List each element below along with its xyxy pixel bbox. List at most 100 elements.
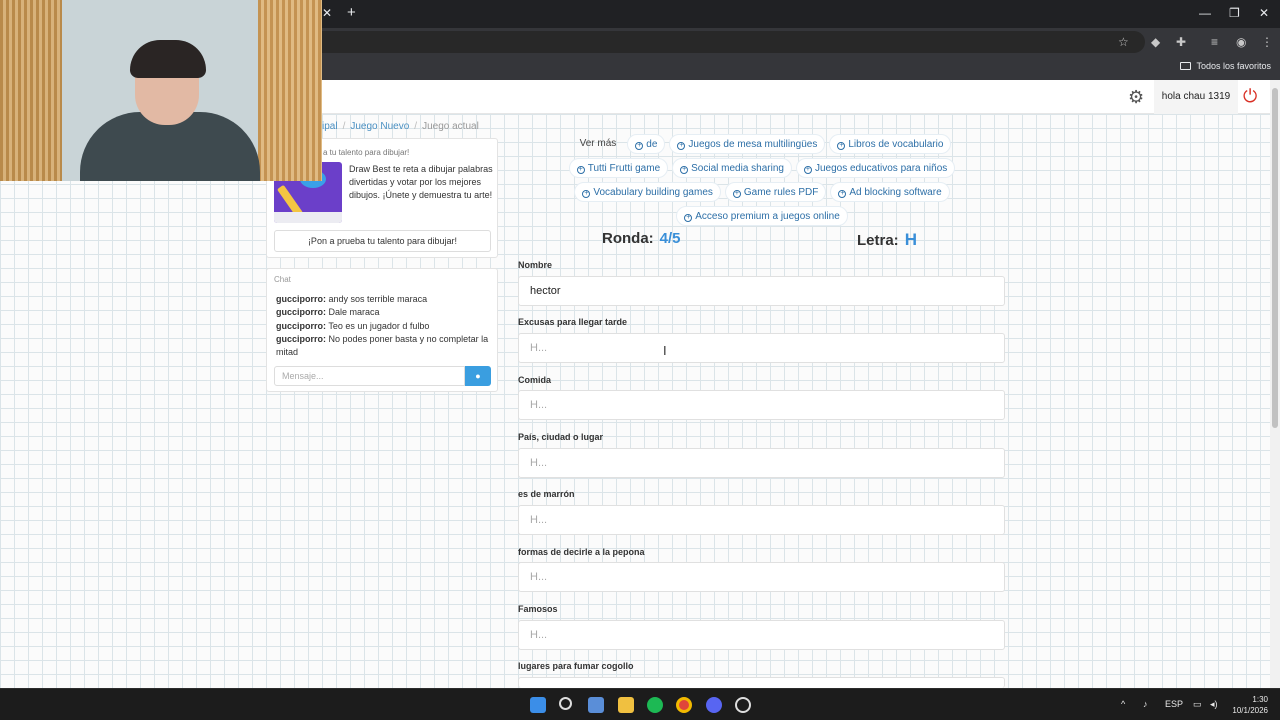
plus-circle-icon: + (837, 142, 846, 150)
media-icon[interactable]: ≡ (1211, 35, 1218, 49)
tag-chip[interactable]: + Acceso premium a juegos online (676, 206, 848, 226)
profile-icon[interactable]: ◉ (1236, 35, 1246, 49)
clock-time: 1:30 (1252, 695, 1268, 704)
windows-taskbar: ^ ♪ ESP ▭ ◂) 1:30 10/1/2026 (0, 688, 1280, 720)
plus-circle-icon: + (684, 214, 693, 222)
tag-label: Social media sharing (691, 163, 784, 174)
pepona-field[interactable]: H... (518, 562, 1005, 592)
promo-text: Draw Best te reta a dibujar palabras div… (349, 164, 493, 200)
obs-icon[interactable] (735, 697, 751, 713)
breadcrumb-new-game[interactable]: Juego Nuevo (350, 121, 409, 132)
chat-text: Teo es un jugador d fulbo (328, 320, 430, 331)
page-scrollbar[interactable] (1270, 80, 1280, 688)
chat-text: Dale maraca (328, 307, 380, 318)
tag-chip[interactable]: + Social media sharing (672, 158, 792, 178)
field-label-pepona: formas de decirle a la pepona (518, 547, 645, 557)
chat-user: gucciporro: (276, 320, 327, 331)
chat-user: gucciporro: (276, 333, 327, 344)
tag-chip[interactable]: + Vocabulary building games (574, 182, 721, 202)
tag-label: Tutti Frutti game (587, 163, 661, 174)
excusas-field[interactable]: H... (518, 333, 1005, 363)
tag-chip[interactable]: + Ad blocking software (830, 182, 950, 202)
tag-chip[interactable]: + Tutti Frutti game (568, 158, 669, 178)
comida-field[interactable]: H... (518, 390, 1005, 420)
plus-circle-icon: + (677, 142, 686, 150)
start-icon[interactable] (530, 697, 546, 713)
chat-messages: gucciporro: andy sos terrible maraca guc… (276, 293, 494, 359)
language-indicator[interactable]: ESP (1165, 699, 1183, 709)
field-label-cogollo: lugares para fumar cogollo (518, 661, 634, 671)
gear-icon[interactable]: ⚙ (1128, 87, 1144, 108)
chrome-icon[interactable] (676, 697, 692, 713)
tag-label: Libros de vocabulario (848, 139, 944, 150)
clock[interactable]: 1:30 10/1/2026 (1228, 694, 1268, 716)
tag-label: Game rules PDF (743, 187, 819, 198)
field-label-famosos: Famosos (518, 604, 558, 614)
chat-message: gucciporro: Dale maraca (276, 306, 494, 319)
close-tab-icon[interactable]: ✕ (322, 6, 332, 20)
see-more-label: Ver más (579, 138, 617, 149)
user-button[interactable]: hola chau 1319 (1154, 80, 1238, 114)
puzzle-icon[interactable]: ✚ (1176, 35, 1186, 49)
tag-chip[interactable]: + de (627, 134, 666, 154)
chat-panel: Chat gucciporro: andy sos terrible marac… (266, 268, 498, 392)
letter-label: Letra: (857, 232, 899, 249)
chat-user: gucciporro: (276, 307, 327, 318)
microphone-icon[interactable]: ♪ (1143, 699, 1148, 709)
restore-icon[interactable]: ❐ (1229, 6, 1240, 20)
all-bookmarks-button[interactable]: Todos los favoritos (1180, 61, 1271, 71)
file-explorer-icon[interactable] (618, 697, 634, 713)
name-field[interactable]: hector (518, 276, 1005, 306)
tag-label: Juegos de mesa multilingües (688, 139, 818, 150)
breadcrumb-home[interactable]: ipal (322, 121, 338, 132)
pais-field[interactable]: H... (518, 448, 1005, 478)
marron-field[interactable]: H... (518, 505, 1005, 535)
breadcrumb: ipal / Juego Nuevo / Juego actual (322, 121, 479, 132)
volume-icon[interactable]: ◂) (1210, 699, 1218, 710)
breadcrumb-current-game: Juego actual (422, 121, 479, 132)
chat-message-input[interactable]: Mensaje... (274, 366, 465, 386)
store-icon[interactable] (588, 697, 604, 713)
folder-icon (1180, 62, 1192, 70)
spotify-icon[interactable] (647, 697, 663, 713)
tag-label: de (646, 139, 658, 150)
famosos-field[interactable]: H... (518, 620, 1005, 650)
tag-label: Ad blocking software (849, 187, 942, 198)
cogollo-field[interactable] (518, 677, 1005, 688)
tag-chip[interactable]: + Libros de vocabulario (829, 134, 952, 154)
send-message-button[interactable]: ● (465, 366, 491, 386)
new-tab-icon[interactable]: + (347, 4, 356, 21)
plus-circle-icon: + (576, 166, 585, 174)
address-bar[interactable] (300, 31, 1145, 53)
plus-circle-icon: + (582, 190, 591, 198)
tag-label: Acceso premium a juegos online (695, 211, 840, 222)
plus-circle-icon: + (803, 166, 812, 174)
webcam-overlay (0, 0, 322, 181)
clock-date: 10/1/2026 (1232, 706, 1268, 715)
tag-label: Juegos educativos para niños (814, 163, 948, 174)
power-icon[interactable]: ⏻ (1243, 86, 1257, 107)
field-label-pais: País, ciudad o lugar (518, 432, 604, 442)
chat-message: gucciporro: Teo es un jugador d fulbo (276, 320, 494, 333)
letter-value: H (904, 230, 917, 249)
tag-chip[interactable]: + Game rules PDF (724, 182, 827, 202)
display-icon[interactable]: ▭ (1193, 699, 1202, 710)
round-indicator: Ronda: 4/5 (602, 230, 681, 247)
round-label: Ronda: (602, 230, 654, 247)
promo-button[interactable]: ¡Pon a prueba tu talento para dibujar! (274, 230, 491, 252)
plus-circle-icon: + (732, 190, 741, 198)
close-window-icon[interactable]: ✕ (1259, 6, 1269, 20)
letter-indicator: Letra: H (857, 230, 917, 250)
extension-icon[interactable]: ◆ (1151, 35, 1160, 49)
chevron-up-icon[interactable]: ^ (1121, 699, 1125, 709)
scroll-thumb[interactable] (1272, 88, 1278, 428)
chat-message: gucciporro: No podes poner basta y no co… (276, 333, 494, 360)
minimize-icon[interactable]: — (1199, 6, 1211, 20)
bookmark-star-icon[interactable]: ☆ (1118, 35, 1129, 49)
menu-icon[interactable]: ⋮ (1261, 35, 1273, 49)
tag-chip[interactable]: + Juegos educativos para niños (795, 158, 956, 178)
round-value: 4/5 (659, 230, 681, 247)
discord-icon[interactable] (706, 697, 722, 713)
search-icon[interactable] (559, 697, 572, 710)
tag-chip[interactable]: + Juegos de mesa multilingües (669, 134, 826, 154)
